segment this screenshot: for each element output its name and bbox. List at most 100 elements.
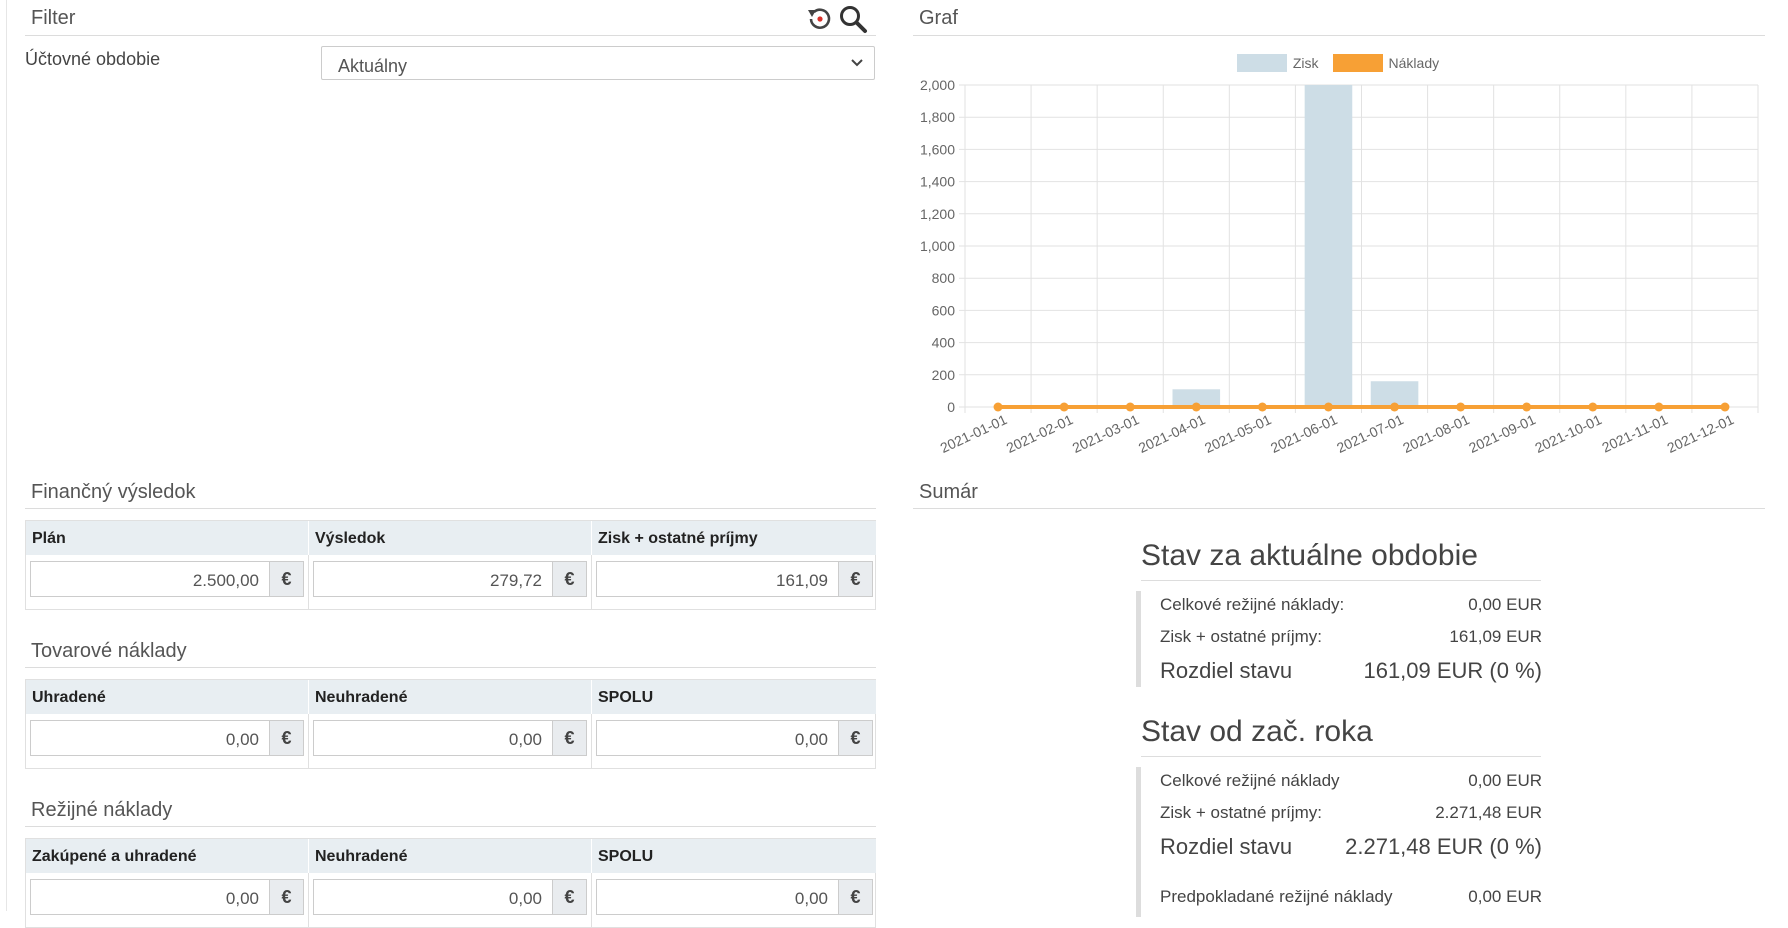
euro-symbol: €	[552, 720, 587, 756]
x-tick-label: 2021-06-01	[1268, 411, 1340, 456]
point-2021-12-01	[1720, 402, 1730, 412]
x-tick-label: 2021-07-01	[1334, 411, 1406, 456]
uhradene-input[interactable]: 0,00	[30, 720, 269, 756]
x-tick-label: 2021-08-01	[1400, 411, 1472, 456]
point-2021-03-01	[1125, 402, 1135, 412]
euro-symbol: €	[269, 561, 304, 597]
spolu-cell: 0,00 €	[592, 714, 877, 768]
year-diff-label: Rozdiel stavu	[1160, 834, 1293, 859]
plan-cell: 2.500,00 €	[26, 555, 309, 609]
point-2021-02-01	[1059, 402, 1069, 412]
euro-symbol: €	[838, 720, 873, 756]
point-2021-10-01	[1588, 402, 1598, 412]
y-tick-label: 200	[932, 367, 956, 383]
euro-symbol: €	[552, 879, 587, 915]
left-edge-border	[6, 0, 7, 911]
year-expected-label: Predpokladané režijné náklady	[1160, 887, 1393, 906]
current-profit-label: Zisk + ostatné príjmy:	[1160, 627, 1323, 646]
vysledok-header: Výsledok	[309, 521, 592, 555]
current-diff-value: 161,09 EUR (0 %)	[1363, 658, 1542, 683]
year-diff-value: 2.271,48 EUR (0 %)	[1345, 834, 1542, 859]
spolu-header: SPOLU	[592, 680, 877, 714]
period-select-value: Aktuálny	[338, 56, 408, 76]
point-2021-07-01	[1390, 402, 1400, 412]
y-tick-label: 2,000	[920, 77, 955, 93]
rezijne-spolu-cell: 0,00 €	[592, 873, 877, 927]
rezijne-spolu-input[interactable]: 0,00	[596, 879, 838, 915]
sumar-title: Sumár	[919, 481, 978, 503]
x-tick-label: 2021-03-01	[1070, 411, 1142, 456]
year-overhead-label: Celkové režijné náklady	[1160, 771, 1340, 790]
vysledok-cell: 279,72 €	[309, 555, 592, 609]
point-2021-04-01	[1191, 402, 1201, 412]
x-tick-label: 2021-02-01	[1004, 411, 1076, 456]
vysledok-input[interactable]: 279,72	[313, 561, 552, 597]
euro-symbol: €	[269, 879, 304, 915]
y-tick-label: 1,400	[920, 174, 955, 190]
plan-header: Plán	[26, 521, 309, 555]
neuhradene-input[interactable]: 0,00	[313, 720, 552, 756]
year-rule	[1141, 756, 1541, 757]
zisk-header: Zisk + ostatné príjmy	[592, 521, 877, 555]
year-diff-row: Rozdiel stavu 2.271,48 EUR (0 %)	[1160, 834, 1542, 860]
financny-table: Plán Výsledok Zisk + ostatné príjmy 2.50…	[25, 520, 877, 610]
financny-title: Finančný výsledok	[31, 481, 196, 503]
x-tick-label: 2021-11-01	[1599, 411, 1670, 455]
euro-symbol: €	[838, 561, 873, 597]
current-overhead-row: Celkové režijné náklady: 0,00 EUR	[1160, 595, 1542, 615]
rezijne-neuhradene-cell: 0,00 €	[309, 873, 592, 927]
year-overhead-value: 0,00 EUR	[1468, 771, 1542, 790]
year-overhead-row: Celkové režijné náklady 0,00 EUR	[1160, 771, 1542, 791]
year-profit-label: Zisk + ostatné príjmy:	[1160, 803, 1323, 822]
uhradene-header: Uhradené	[26, 680, 309, 714]
zakupene-input[interactable]: 0,00	[30, 879, 269, 915]
point-2021-06-01	[1323, 402, 1333, 412]
x-tick-label: 2021-10-01	[1532, 411, 1604, 456]
euro-symbol: €	[838, 879, 873, 915]
rezijne-divider	[25, 826, 876, 827]
search-icon[interactable]	[838, 4, 868, 34]
current-profit-row: Zisk + ostatné príjmy: 161,09 EUR	[1160, 627, 1542, 647]
x-tick-label: 2021-12-01	[1665, 411, 1737, 456]
graf-divider	[913, 35, 1765, 36]
point-2021-08-01	[1456, 402, 1466, 412]
period-label: Účtovné obdobie	[25, 49, 161, 69]
rezijne-table: Zakúpené a uhradené Neuhradené SPOLU 0,0…	[25, 838, 877, 928]
zisk-cell: 161,09 €	[592, 555, 877, 609]
financny-divider	[25, 508, 876, 509]
chevron-down-icon	[848, 53, 866, 78]
current-overhead-label: Celkové režijné náklady:	[1160, 595, 1345, 614]
rezijne-neuhradene-input[interactable]: 0,00	[313, 879, 552, 915]
filter-actions	[804, 4, 868, 34]
point-2021-01-01	[993, 402, 1003, 412]
y-tick-label: 600	[932, 302, 956, 318]
rezijne-neuhradene-header: Neuhradené	[309, 839, 592, 873]
euro-symbol: €	[269, 720, 304, 756]
bar-2021-06-01	[1304, 85, 1353, 407]
point-2021-11-01	[1654, 402, 1664, 412]
current-period-bar	[1136, 591, 1141, 687]
sumar-divider	[913, 508, 1765, 509]
year-bar	[1136, 767, 1141, 917]
tovarove-table: Uhradené Neuhradené SPOLU 0,00 € 0,00 € …	[25, 679, 877, 769]
spolu-input[interactable]: 0,00	[596, 720, 838, 756]
zakupene-cell: 0,00 €	[26, 873, 309, 927]
year-profit-row: Zisk + ostatné príjmy: 2.271,48 EUR	[1160, 803, 1542, 823]
tovarove-title: Tovarové náklady	[31, 640, 187, 662]
reset-icon[interactable]	[804, 4, 834, 34]
current-period-heading: Stav za aktuálne obdobie	[1141, 539, 1478, 572]
period-select[interactable]: Aktuálny	[321, 46, 875, 80]
year-heading: Stav od zač. roka	[1141, 715, 1373, 748]
y-tick-label: 400	[932, 335, 956, 351]
current-profit-value: 161,09 EUR	[1449, 627, 1542, 646]
y-tick-label: 800	[932, 270, 956, 286]
plan-input[interactable]: 2.500,00	[30, 561, 269, 597]
point-2021-05-01	[1257, 402, 1267, 412]
filter-divider	[25, 35, 876, 36]
current-overhead-value: 0,00 EUR	[1468, 595, 1542, 614]
zisk-input[interactable]: 161,09	[596, 561, 838, 597]
y-tick-label: 1,600	[920, 141, 955, 157]
year-profit-value: 2.271,48 EUR	[1435, 803, 1542, 822]
y-tick-label: 1,800	[920, 109, 955, 125]
x-tick-label: 2021-05-01	[1202, 411, 1274, 456]
